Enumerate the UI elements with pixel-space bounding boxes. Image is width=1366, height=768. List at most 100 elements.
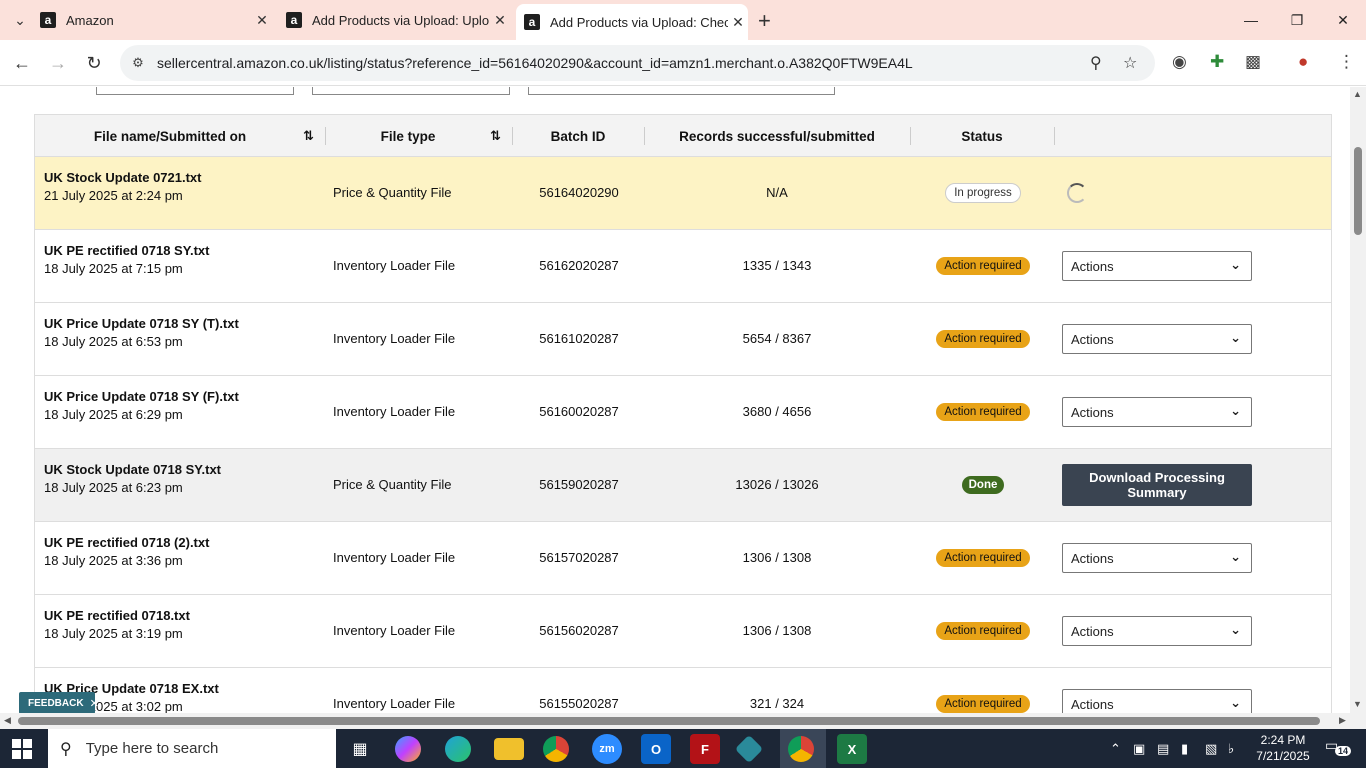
notification-center-icon[interactable]: ▭ 14 xyxy=(1325,737,1352,759)
zoom-icon[interactable]: ⚲ xyxy=(1090,53,1102,73)
file-name: UK Stock Update 0721.txt xyxy=(44,170,202,185)
close-window-button[interactable]: ✕ xyxy=(1320,0,1366,40)
network-icon[interactable]: ▧ xyxy=(1205,729,1217,768)
display-icon[interactable]: ▤ xyxy=(1157,729,1169,768)
copilot-icon[interactable] xyxy=(395,736,421,762)
sort-icon[interactable]: ⇅ xyxy=(490,128,501,144)
tab-amazon[interactable]: a Amazon ✕ xyxy=(40,0,272,40)
filter-input[interactable] xyxy=(96,87,294,95)
table-row: UK PE rectified 0718 SY.txt 18 July 2025… xyxy=(35,230,1331,303)
tab-search-chevron-icon[interactable]: ⌄ xyxy=(8,8,32,32)
minimize-button[interactable]: — xyxy=(1228,0,1274,40)
batch-id: 56156020287 xyxy=(539,623,619,638)
site-info-icon[interactable]: ⚙ xyxy=(128,53,148,73)
header-file-name[interactable]: File name/Submitted on xyxy=(35,115,305,157)
scroll-down-arrow-icon[interactable]: ▼ xyxy=(1353,699,1362,709)
zoom-app-icon[interactable]: zm xyxy=(592,734,622,764)
chrome-active-icon[interactable] xyxy=(788,736,814,762)
batch-id: 56159020287 xyxy=(539,477,619,492)
search-placeholder: Type here to search xyxy=(85,740,219,757)
submitted-date: 18 July 2025 at 3:36 pm xyxy=(44,553,183,568)
actions-dropdown[interactable]: Actions ⌄ xyxy=(1062,543,1252,573)
amazon-favicon-icon: a xyxy=(286,12,302,28)
edge-browser-icon[interactable] xyxy=(445,736,471,762)
actions-dropdown[interactable]: Actions ⌄ xyxy=(1062,324,1252,354)
horizontal-scrollbar[interactable]: ◀ ▶ xyxy=(0,713,1366,729)
battery-icon[interactable]: ▮ xyxy=(1181,729,1188,768)
profile-avatar-icon[interactable]: ● xyxy=(1298,52,1308,72)
tab-check-status[interactable]: a Add Products via Upload: Chec ✕ xyxy=(516,4,748,40)
file-explorer-icon[interactable] xyxy=(494,738,524,760)
records-count: 321 / 324 xyxy=(749,696,805,711)
back-button[interactable]: ← xyxy=(9,50,35,76)
file-type: Price & Quantity File xyxy=(333,185,452,200)
actions-dropdown[interactable]: Actions ⌄ xyxy=(1062,616,1252,646)
filter-input[interactable] xyxy=(312,87,510,95)
scrollbar-thumb[interactable] xyxy=(18,717,1320,725)
extension-plus-icon[interactable]: ✚ xyxy=(1210,52,1224,72)
menu-kebab-icon[interactable]: ⋮ xyxy=(1338,52,1355,72)
bookmark-star-icon[interactable]: ☆ xyxy=(1123,53,1137,73)
volume-mute-icon[interactable]: ♭ xyxy=(1228,729,1234,768)
chevron-down-icon: ⌄ xyxy=(1230,549,1241,564)
close-tab-icon[interactable]: ✕ xyxy=(252,12,272,29)
file-type: Inventory Loader File xyxy=(333,696,456,711)
address-bar[interactable]: ⚙ sellercentral.amazon.co.uk/listing/sta… xyxy=(120,45,1155,81)
restore-button[interactable]: ❐ xyxy=(1274,0,1320,40)
extensions-puzzle-icon[interactable]: ▩ xyxy=(1245,52,1261,72)
table-row: UK Price Update 0718 SY (T).txt 18 July … xyxy=(35,303,1331,376)
records-count: 1335 / 1343 xyxy=(742,258,812,273)
close-tab-icon[interactable]: ✕ xyxy=(490,12,510,29)
browser-toolbar: ← → ↻ ⚙ sellercentral.amazon.co.uk/listi… xyxy=(0,40,1366,86)
header-records: Records successful/submitted xyxy=(679,128,875,144)
tab-upload[interactable]: a Add Products via Upload: Uplo ✕ xyxy=(278,0,510,40)
scroll-left-arrow-icon[interactable]: ◀ xyxy=(4,715,11,726)
url-text[interactable]: sellercentral.amazon.co.uk/listing/statu… xyxy=(157,55,913,71)
actions-dropdown[interactable]: Actions ⌄ xyxy=(1062,397,1252,427)
header-file-type[interactable]: File type xyxy=(325,115,491,157)
download-processing-summary-button[interactable]: Download Processing Summary xyxy=(1062,464,1252,506)
show-hidden-icons-icon[interactable]: ⌃ xyxy=(1110,729,1121,768)
close-icon[interactable]: ✕ xyxy=(90,697,99,710)
new-tab-button[interactable]: + xyxy=(758,8,771,34)
file-name: UK Price Update 0718 SY (T).txt xyxy=(44,316,239,331)
chrome-icon[interactable] xyxy=(543,736,569,762)
search-input[interactable] xyxy=(528,87,835,95)
system-clock[interactable]: 2:24 PM 7/21/2025 xyxy=(1254,732,1312,764)
taskbar-search[interactable]: ⚲ Type here to search xyxy=(48,729,336,768)
scroll-right-arrow-icon[interactable]: ▶ xyxy=(1339,715,1346,726)
amazon-favicon-icon: a xyxy=(40,12,56,28)
windows-start-icon[interactable] xyxy=(12,739,32,759)
batch-id: 56157020287 xyxy=(539,550,619,565)
batch-id: 56164020290 xyxy=(539,185,619,200)
reload-button[interactable]: ↻ xyxy=(81,50,107,76)
translate-icon[interactable]: ◉ xyxy=(1172,52,1187,72)
outlook-icon[interactable]: O xyxy=(641,734,671,764)
chevron-down-icon: ⌄ xyxy=(1230,257,1241,272)
filezilla-icon[interactable]: F xyxy=(690,734,720,764)
scrollbar-thumb[interactable] xyxy=(1354,147,1362,235)
loading-spinner-icon xyxy=(1067,183,1087,203)
vertical-scrollbar[interactable]: ▲ ▼ xyxy=(1350,87,1366,713)
notification-count: 14 xyxy=(1335,746,1352,756)
actions-dropdown[interactable]: Actions ⌄ xyxy=(1062,251,1252,281)
close-tab-icon[interactable]: ✕ xyxy=(728,14,748,31)
search-icon: ⚲ xyxy=(60,740,72,758)
forward-button[interactable]: → xyxy=(45,50,71,76)
batch-id: 56161020287 xyxy=(539,331,619,346)
app-diamond-icon[interactable] xyxy=(734,734,764,764)
table-row: UK Stock Update 0718 SY.txt 18 July 2025… xyxy=(35,449,1331,522)
meet-now-icon[interactable]: ▣ xyxy=(1133,729,1145,768)
scroll-up-arrow-icon[interactable]: ▲ xyxy=(1353,89,1362,99)
excel-icon[interactable]: X xyxy=(837,734,867,764)
file-type: Inventory Loader File xyxy=(333,331,456,346)
feedback-button[interactable]: FEEDBACK ✕ xyxy=(19,692,99,714)
chevron-down-icon: ⌄ xyxy=(1230,695,1241,710)
actions-dropdown[interactable]: Actions ⌄ xyxy=(1062,689,1252,713)
task-view-icon[interactable]: ▦ xyxy=(345,734,375,764)
actions-label: Actions xyxy=(1071,624,1114,639)
actions-label: Actions xyxy=(1071,332,1114,347)
sort-icon[interactable]: ⇅ xyxy=(303,128,314,144)
tab-title: Amazon xyxy=(66,12,114,28)
windows-taskbar: ⚲ Type here to search ▦ zm O F X ⌃ ▣ ▤ ▮… xyxy=(0,729,1366,768)
